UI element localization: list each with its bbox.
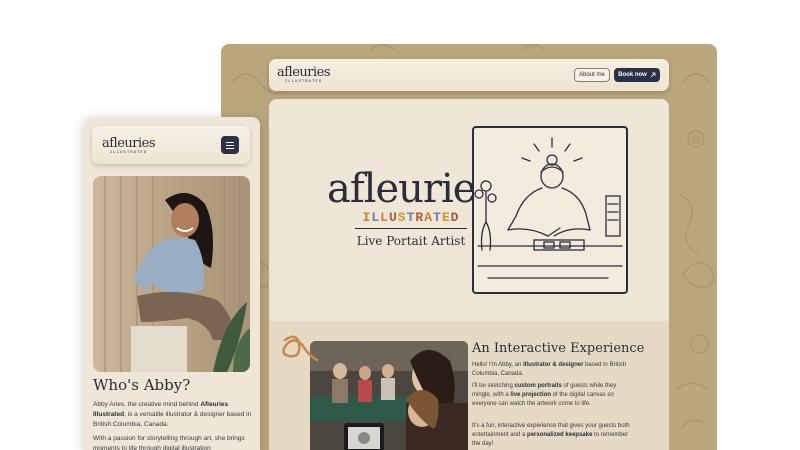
book-now-button[interactable]: Book now (614, 68, 660, 82)
drawing-artist-icon (474, 137, 623, 279)
interactive-experience-section: An Interactive Experience Hello! I'm Abb… (269, 321, 669, 450)
hero-ill-letter: S (397, 210, 407, 225)
abby-portrait-photo (93, 176, 250, 372)
mobile-logo-subtitle: ILLUSTRATED (109, 151, 148, 155)
book-now-label: Book now (618, 72, 647, 78)
artist-illustration (472, 126, 628, 294)
passion-paragraph: With a passion for storytelling through … (93, 435, 245, 450)
decorative-squiggle-icon (282, 335, 319, 362)
hero-ill-letter: A (424, 210, 434, 225)
portrait-paragraph: I'll be sketching custom portraits of gu… (472, 383, 617, 407)
hero-wordmark: afleuries (327, 166, 496, 212)
hero-ill-letter: D (450, 210, 460, 225)
about-me-button[interactable]: About me (574, 68, 610, 82)
hero-ill-letter: U (388, 210, 398, 225)
hero-ill-letter: T (406, 210, 416, 225)
keepsake-paragraph: It's a fun, interactive experience that … (472, 423, 630, 447)
hero-illustrated-letters: ILLUSTRATED (363, 210, 460, 225)
desktop-navbar: afleuries ILLUSTRATED About me Book now (269, 59, 669, 91)
section-title: An Interactive Experience (472, 341, 645, 356)
hero-ill-letter: E (441, 210, 451, 225)
hero-section: afleuries ILLUSTRATED Live Portait Artis… (269, 99, 669, 321)
live-drawing-photo (310, 341, 468, 450)
hero-divider (355, 228, 467, 229)
hero-ill-letter: L (380, 210, 389, 225)
hero-ill-letter: I (362, 210, 372, 225)
logo-wordmark: afleuries (277, 65, 331, 80)
hero-logo: afleuries ILLUSTRATED Live Portait Artis… (327, 166, 496, 248)
hero-ill-letter: T (433, 210, 442, 225)
hero-ill-letter: L (371, 210, 381, 225)
hero-ill-letter: R (415, 210, 425, 225)
bio-paragraph: Abby Aries, the creative mind behind Afl… (93, 401, 252, 428)
logo-subtitle: ILLUSTRATED (284, 80, 323, 84)
mobile-logo[interactable]: afleuries ILLUSTRATED (102, 136, 156, 155)
intro-paragraph: Hello! I'm Abby, an illustrator & design… (472, 362, 627, 377)
mobile-navbar: afleuries ILLUSTRATED (92, 126, 250, 164)
who-heading: Who's Abby? (93, 376, 191, 394)
mobile-preview: afleuries ILLUSTRATED Who's Abby? Abby A… (84, 117, 260, 450)
hamburger-menu-icon[interactable] (221, 136, 239, 154)
arrow-up-right-icon (650, 72, 656, 78)
desktop-preview: afleuries ILLUSTRATED About me Book now … (221, 44, 717, 450)
hero-tagline: Live Portait Artist (356, 234, 466, 248)
nav-logo[interactable]: afleuries ILLUSTRATED (277, 65, 331, 84)
mobile-logo-wordmark: afleuries (102, 136, 156, 151)
